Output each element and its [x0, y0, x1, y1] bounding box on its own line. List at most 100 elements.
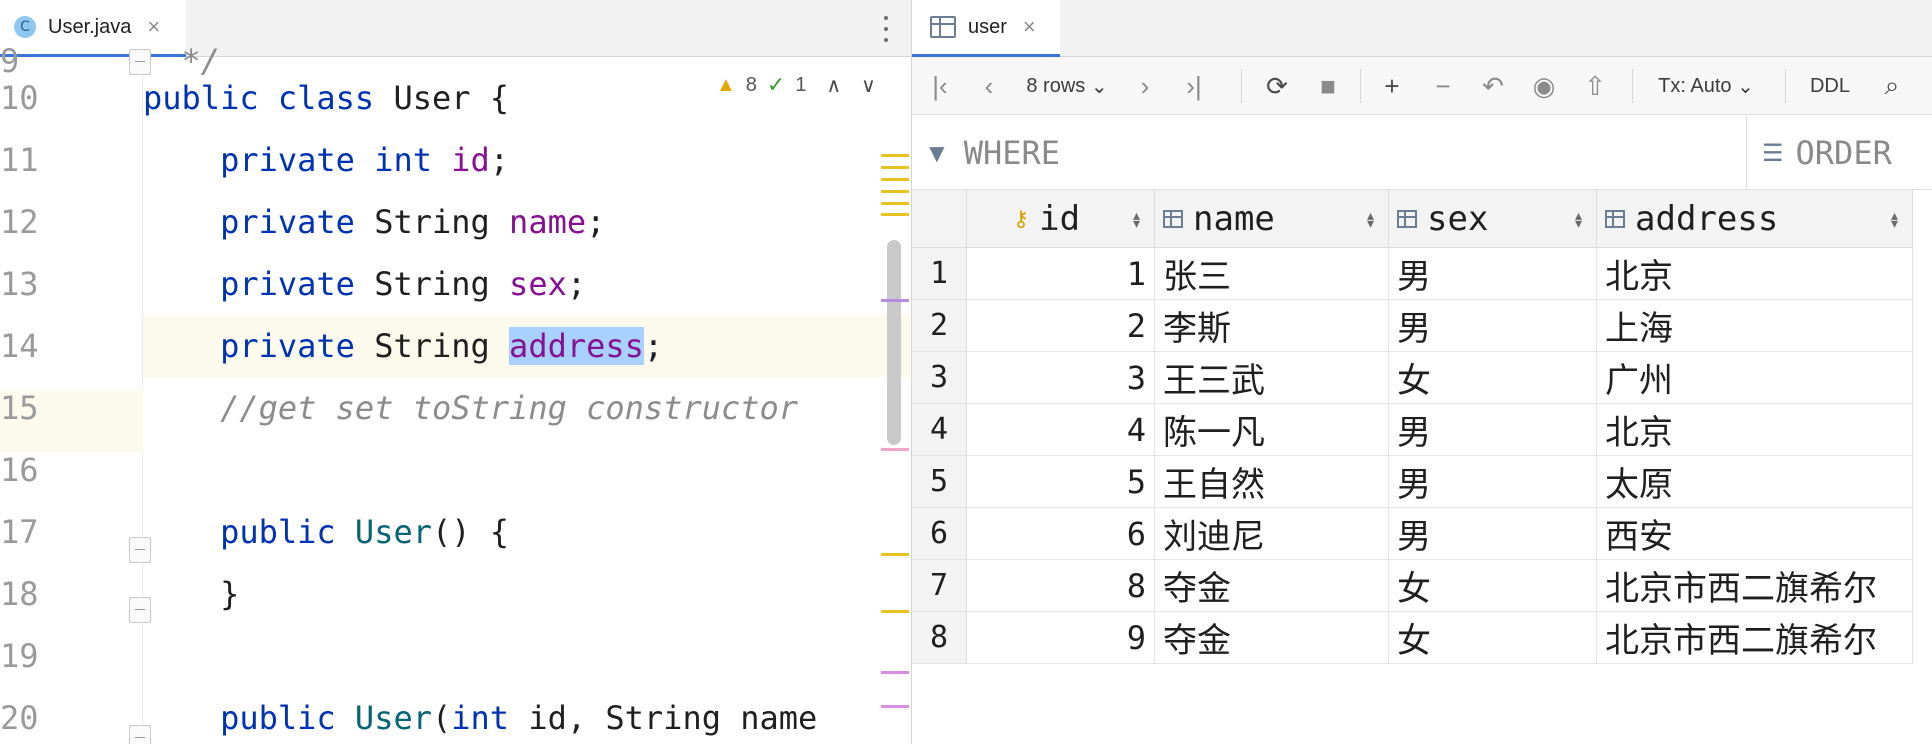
cell-name[interactable]: 李斯: [1155, 300, 1389, 352]
cell-id[interactable]: 9: [967, 612, 1155, 664]
code-area[interactable]: */ public class User { private int id; p…: [143, 42, 911, 744]
row-number[interactable]: 8: [912, 612, 967, 664]
check-icon: ✓: [766, 72, 786, 97]
row-number[interactable]: 6: [912, 508, 967, 560]
warning-stripe-mark[interactable]: [881, 610, 909, 613]
row-number[interactable]: 2: [912, 300, 967, 352]
cell-name[interactable]: 王自然: [1155, 456, 1389, 508]
inspection-widget[interactable]: ▲ 8 ✓ 1 ∧ ∨: [712, 70, 880, 100]
cell-id[interactable]: 3: [967, 352, 1155, 404]
cell-name[interactable]: 王三武: [1155, 352, 1389, 404]
usage-stripe-mark[interactable]: [881, 448, 909, 451]
warning-stripe-mark[interactable]: [881, 166, 909, 169]
warning-icon: ▲: [716, 73, 736, 96]
db-tab-user[interactable]: user ×: [912, 0, 1060, 57]
cell-address[interactable]: 北京: [1597, 248, 1913, 300]
cell-address[interactable]: 北京市西二旗希尔: [1597, 612, 1913, 664]
first-page-icon[interactable]: |‹: [924, 57, 956, 115]
warning-count: 8: [745, 73, 757, 96]
db-tab-label: user: [968, 15, 1007, 38]
cell-name[interactable]: 张三: [1155, 248, 1389, 300]
usage-stripe-mark[interactable]: [881, 299, 909, 302]
sort-icon[interactable]: ▴ ▾: [1891, 208, 1898, 230]
usage-stripe-mark[interactable]: [881, 671, 909, 674]
usage-stripe-mark[interactable]: [881, 705, 909, 708]
view-changes-icon[interactable]: ◉: [1526, 57, 1562, 115]
column-header-sex[interactable]: sex ▴ ▾: [1389, 190, 1597, 248]
cell-sex[interactable]: 女: [1389, 560, 1597, 612]
cell-sex[interactable]: 女: [1389, 352, 1597, 404]
previous-highlight-icon[interactable]: ∧: [826, 73, 841, 98]
cell-address[interactable]: 太原: [1597, 456, 1913, 508]
order-by-input[interactable]: ☰ ORDER: [1748, 116, 1932, 190]
code-line: private String sex;: [143, 253, 911, 315]
sort-icon[interactable]: ▴ ▾: [1575, 208, 1582, 230]
cell-address[interactable]: 北京市西二旗希尔: [1597, 560, 1913, 612]
row-number[interactable]: 7: [912, 560, 967, 612]
cell-address[interactable]: 上海: [1597, 300, 1913, 352]
warning-stripe-mark[interactable]: [881, 553, 909, 556]
rows-dropdown[interactable]: 8 rows ⌄: [1017, 57, 1117, 115]
refresh-icon[interactable]: ⟳: [1259, 57, 1295, 115]
column-icon: [1163, 209, 1183, 228]
next-highlight-icon[interactable]: ∨: [861, 73, 876, 98]
line-number: 11: [0, 141, 39, 179]
cell-id[interactable]: 6: [967, 508, 1155, 560]
cell-sex[interactable]: 男: [1389, 248, 1597, 300]
cell-id[interactable]: 8: [967, 560, 1155, 612]
cell-name[interactable]: 夺金: [1155, 612, 1389, 664]
field-name: name: [509, 203, 587, 241]
cell-id[interactable]: 4: [967, 404, 1155, 456]
close-tab-icon[interactable]: ×: [1023, 16, 1036, 38]
where-filter-input[interactable]: ▼ WHERE: [912, 116, 1747, 190]
tx-label: Tx: Auto: [1658, 74, 1732, 97]
row-number[interactable]: 5: [912, 456, 967, 508]
warning-stripe-mark[interactable]: [881, 213, 909, 216]
row-number[interactable]: 3: [912, 352, 967, 404]
sort-icon[interactable]: ▴ ▾: [1133, 208, 1140, 230]
vertical-scrollbar[interactable]: [887, 240, 901, 445]
submit-icon[interactable]: ⇧: [1577, 57, 1613, 115]
transaction-mode-dropdown[interactable]: Tx: Auto ⌄: [1647, 57, 1765, 115]
add-row-icon[interactable]: +: [1374, 57, 1410, 115]
warning-stripe-mark[interactable]: [881, 178, 909, 181]
row-number[interactable]: 4: [912, 404, 967, 456]
type-name: String: [374, 265, 490, 303]
cell-name[interactable]: 夺金: [1155, 560, 1389, 612]
cell-address[interactable]: 广州: [1597, 352, 1913, 404]
punctuation: ;: [586, 203, 606, 241]
cell-id[interactable]: 2: [967, 300, 1155, 352]
cell-name[interactable]: 陈一凡: [1155, 404, 1389, 456]
punctuation: }: [220, 575, 240, 613]
ddl-button[interactable]: DDL: [1800, 57, 1860, 115]
cell-id[interactable]: 1: [967, 248, 1155, 300]
warning-stripe-mark[interactable]: [881, 190, 909, 193]
last-page-icon[interactable]: ›|: [1177, 57, 1211, 115]
row-number[interactable]: 1: [912, 248, 967, 300]
cell-sex[interactable]: 女: [1389, 612, 1597, 664]
keyword: public: [220, 513, 336, 551]
previous-page-icon[interactable]: ‹: [974, 57, 1004, 115]
revert-icon[interactable]: ↶: [1475, 57, 1511, 115]
search-icon[interactable]: ⌕: [1872, 57, 1912, 115]
cell-name[interactable]: 刘迪尼: [1155, 508, 1389, 560]
column-header-address[interactable]: address ▴ ▾: [1597, 190, 1913, 248]
code-line: //get set toString constructor: [143, 377, 911, 439]
cell-sex[interactable]: 男: [1389, 300, 1597, 352]
cell-sex[interactable]: 男: [1389, 404, 1597, 456]
delete-row-icon[interactable]: −: [1425, 57, 1461, 115]
stop-icon[interactable]: ■: [1310, 57, 1346, 115]
cell-address[interactable]: 西安: [1597, 508, 1913, 560]
sort-icon[interactable]: ▴ ▾: [1367, 208, 1374, 230]
warning-stripe-mark[interactable]: [881, 154, 909, 157]
cell-sex[interactable]: 男: [1389, 456, 1597, 508]
column-header-id[interactable]: ⚷ id ▴ ▾: [967, 190, 1155, 248]
keyword: public: [220, 699, 336, 737]
next-page-icon[interactable]: ›: [1130, 57, 1160, 115]
cell-id[interactable]: 5: [967, 456, 1155, 508]
column-header-name[interactable]: name ▴ ▾: [1155, 190, 1389, 248]
cell-sex[interactable]: 男: [1389, 508, 1597, 560]
warning-stripe-mark[interactable]: [881, 202, 909, 205]
rows-count-label: 8 rows: [1026, 74, 1086, 97]
cell-address[interactable]: 北京: [1597, 404, 1913, 456]
